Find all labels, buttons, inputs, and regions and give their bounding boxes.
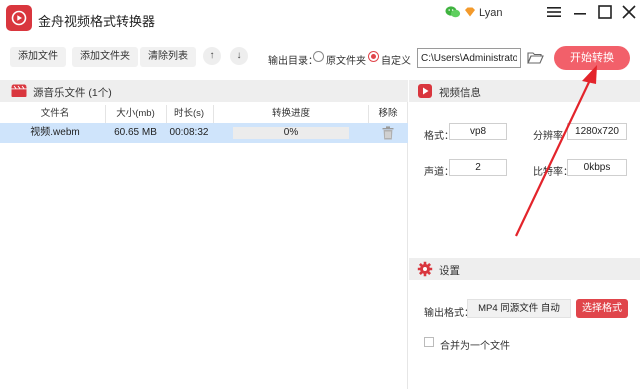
vip-diamond-icon (465, 7, 475, 17)
maximize-icon[interactable] (596, 4, 614, 20)
column-divider (213, 105, 214, 123)
merge-label: 合并为一个文件 (440, 341, 510, 352)
col-size[interactable]: 大小(mb) (108, 106, 163, 122)
format-value: vp8 (449, 123, 507, 140)
trash-icon[interactable] (382, 126, 394, 140)
file-size-cell: 60.65 MB (114, 127, 157, 138)
app-logo-icon (6, 5, 32, 31)
col-progress[interactable]: 转换进度 (233, 106, 349, 122)
col-filename[interactable]: 文件名 (20, 106, 90, 122)
menu-icon[interactable] (545, 4, 563, 20)
merge-checkbox[interactable] (424, 337, 434, 347)
move-up-button[interactable]: ↑ (203, 47, 221, 65)
info-panel: 视频信息 格式： vp8 分辨率 1280x720 声道： 2 比特率： 0kb… (409, 80, 640, 389)
channels-value: 2 (449, 159, 507, 176)
close-icon[interactable] (620, 4, 638, 20)
add-folder-button[interactable]: 添加文件夹 (72, 47, 138, 67)
bitrate-value: 0kbps (567, 159, 627, 176)
output-format-select[interactable]: MP4 同源文件 自动 (467, 299, 571, 318)
toolbar: 添加文件 添加文件夹 清除列表 ↑ ↓ 输出目录： 原文件夹 自定义 开始转换 (0, 42, 640, 74)
settings-title: 设置 (439, 265, 460, 277)
file-duration-cell: 00:08:32 (169, 127, 209, 138)
file-list-header: 源音乐文件 (1个) (0, 80, 408, 102)
choose-format-button[interactable]: 选择格式 (576, 299, 628, 318)
radio-custom-label: 自定义 (381, 56, 411, 67)
clear-list-button[interactable]: 清除列表 (140, 47, 196, 67)
username[interactable]: Lyan (479, 7, 502, 19)
video-info-title: 视频信息 (439, 87, 481, 99)
progress-text: 0% (283, 127, 299, 138)
column-divider (368, 105, 369, 123)
video-play-icon (418, 84, 432, 98)
file-list-panel: 源音乐文件 (1个) 文件名 大小(mb) 时长(s) 转换进度 移除 视频.w… (0, 80, 408, 389)
gear-icon (417, 261, 433, 277)
col-duration[interactable]: 时长(s) (168, 106, 210, 122)
app-window: 金舟视频格式转换器 Lyan 添加文件 添加文件夹 清除列表 ↑ ↓ 输出目录： (0, 0, 640, 389)
video-info-header: 视频信息 (409, 80, 640, 102)
move-down-button[interactable]: ↓ (230, 47, 248, 65)
column-divider (105, 105, 106, 123)
add-file-button[interactable]: 添加文件 (10, 47, 66, 67)
film-icon (11, 84, 27, 97)
table-row[interactable]: 视频.webm 60.65 MB 00:08:32 0% (0, 123, 408, 143)
resolution-value: 1280x720 (567, 123, 627, 140)
app-title: 金舟视频格式转换器 (38, 14, 156, 29)
radio-source-folder[interactable] (313, 51, 324, 62)
wechat-icon[interactable] (445, 5, 461, 19)
output-path-input[interactable] (417, 48, 521, 68)
radio-source-folder-label: 原文件夹 (326, 56, 366, 67)
folder-icon[interactable] (527, 51, 544, 65)
col-remove[interactable]: 移除 (372, 106, 404, 122)
column-divider (166, 105, 167, 123)
radio-custom[interactable] (368, 51, 379, 62)
file-list-title: 源音乐文件 (1个) (33, 87, 112, 99)
title-bar: 金舟视频格式转换器 Lyan (0, 0, 640, 38)
resolution-label: 分辨率 (533, 131, 563, 142)
settings-header: 设置 (409, 258, 640, 280)
start-convert-button[interactable]: 开始转换 (554, 46, 630, 70)
file-name-cell: 视频.webm (30, 127, 80, 138)
minimize-icon[interactable] (571, 4, 589, 20)
output-dir-label: 输出目录： (268, 56, 318, 67)
